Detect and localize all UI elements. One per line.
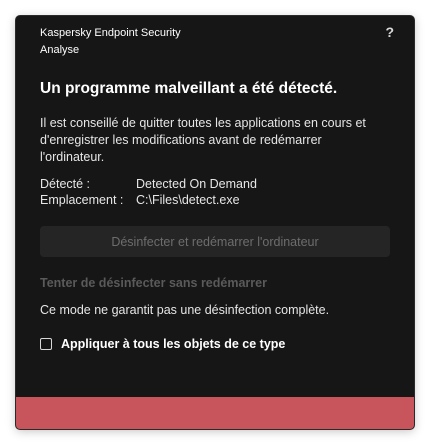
app-subtitle: Analyse <box>40 44 80 56</box>
detected-value: Detected On Demand <box>136 177 257 191</box>
detected-label: Détecté : <box>40 177 91 191</box>
detected-row: Détecté : Detected On Demand <box>40 176 257 192</box>
notification-window: Kaspersky Endpoint Security Analyse ? Un… <box>16 16 414 429</box>
location-label: Emplacement : <box>40 193 124 207</box>
apply-all-checkbox[interactable] <box>40 338 52 350</box>
apply-all-option[interactable]: Appliquer à tous les objets de ce type <box>40 337 285 351</box>
threat-status-bar <box>16 397 414 429</box>
help-icon[interactable]: ? <box>385 24 394 40</box>
alert-headline: Un programme malveillant a été détecté. <box>40 80 338 97</box>
disinfect-restart-button[interactable]: Désinfecter et redémarrer l'ordinateur <box>40 226 390 257</box>
disinfection-note: Ce mode ne garantit pas une désinfection… <box>40 303 330 317</box>
location-value: C:\Files\detect.exe <box>136 193 240 207</box>
alert-advice: Il est conseillé de quitter toutes les a… <box>40 116 366 164</box>
app-title: Kaspersky Endpoint Security <box>40 27 181 39</box>
disinfect-without-restart-link[interactable]: Tenter de désinfecter sans redémarrer <box>40 276 267 290</box>
apply-all-label[interactable]: Appliquer à tous les objets de ce type <box>61 337 285 351</box>
window-header: Kaspersky Endpoint Security Analyse <box>40 26 181 57</box>
location-row: Emplacement : C:\Files\detect.exe <box>40 192 257 208</box>
detection-details: Détecté : Detected On Demand Emplacement… <box>40 176 257 208</box>
